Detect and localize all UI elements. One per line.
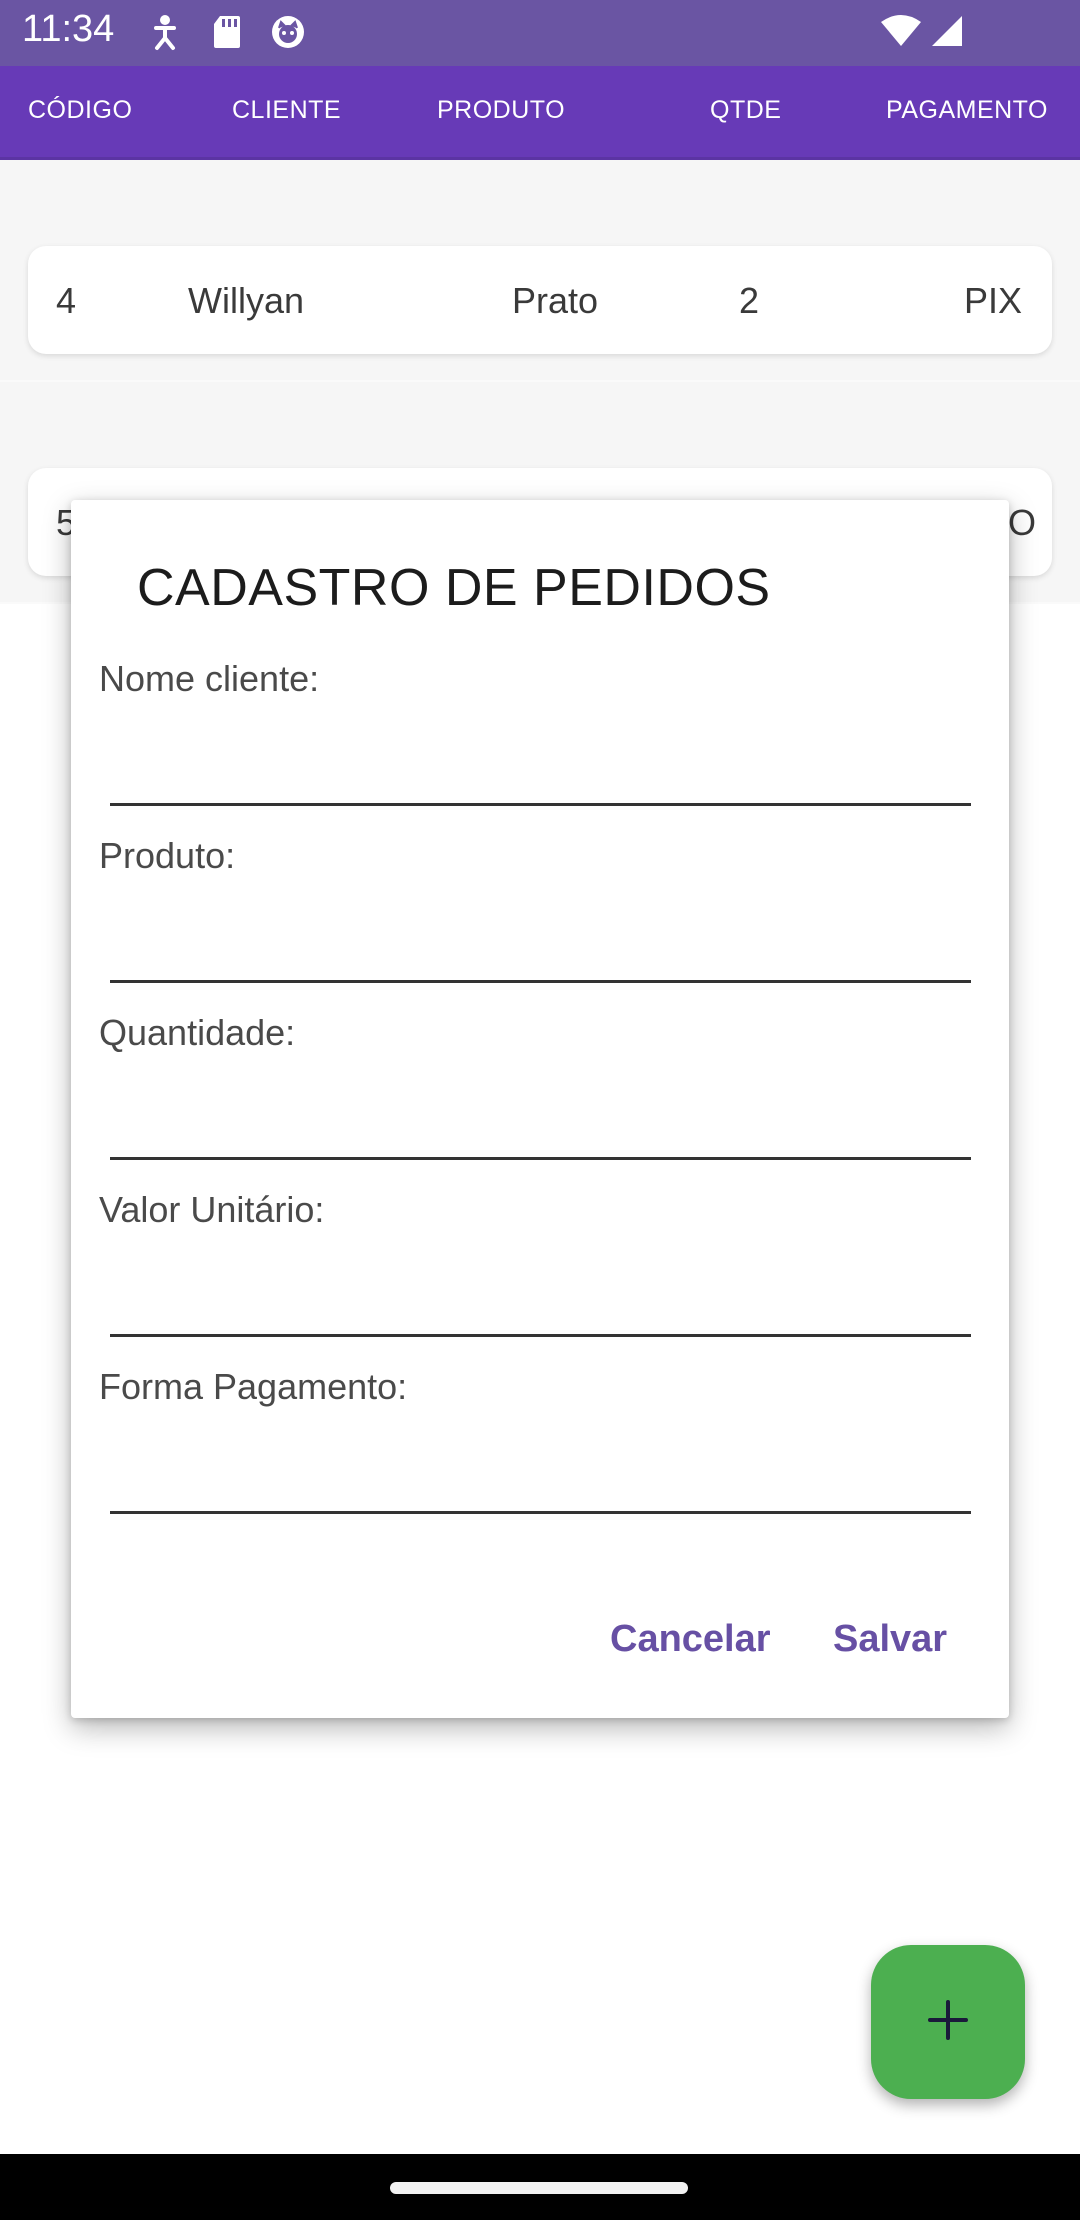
plus-icon [926,1998,970,2047]
order-qtde: 2 [739,280,760,321]
quantity-field[interactable] [110,1100,971,1160]
product-label: Produto: [99,835,236,876]
order-pagamento: PIX [964,280,1023,321]
header-codigo: CÓDIGO [28,96,133,124]
home-gesture-handle[interactable] [390,2182,688,2194]
wifi-icon [880,14,922,53]
order-registration-dialog: CADASTRO DE PEDIDOS Nome cliente: Produt… [71,500,1009,1718]
payment-method-field[interactable] [110,1454,971,1514]
header-qtde: QTDE [710,96,782,124]
signal-icon [930,14,964,53]
header-pagamento: PAGAMENTO [886,96,1048,124]
order-pagamento: O [1008,502,1037,543]
product-field[interactable] [110,923,971,983]
customer-name-label: Nome cliente: [99,658,320,699]
order-codigo: 4 [56,280,77,321]
order-cliente: Willyan [188,280,305,321]
header-cliente: CLIENTE [232,96,342,124]
dialog-title: CADASTRO DE PEDIDOS [137,559,771,617]
order-card[interactable]: 4 Willyan Prato 2 PIX [28,246,1052,354]
payment-method-label: Forma Pagamento: [99,1366,408,1407]
unit-price-label: Valor Unitário: [99,1189,325,1230]
list-item: 4 Willyan Prato 2 PIX [0,160,1080,380]
navigation-bar [0,2154,1080,2220]
save-button[interactable]: Salvar [833,1618,947,1661]
status-time: 11:34 [22,8,115,50]
unit-price-field[interactable] [110,1277,971,1337]
accessibility-icon [152,14,178,57]
header-produto: PRODUTO [437,96,566,124]
customer-name-field[interactable] [110,746,971,806]
order-produto: Prato [512,280,599,321]
table-header: CÓDIGO CLIENTE PRODUTO QTDE PAGAMENTO [0,66,1080,160]
cat-face-icon [270,14,306,55]
status-bar: 11:34 [0,0,1080,66]
add-order-button[interactable] [871,1945,1025,2099]
cancel-button[interactable]: Cancelar [610,1618,771,1661]
sd-card-icon [212,14,242,55]
quantity-label: Quantidade: [99,1012,296,1053]
